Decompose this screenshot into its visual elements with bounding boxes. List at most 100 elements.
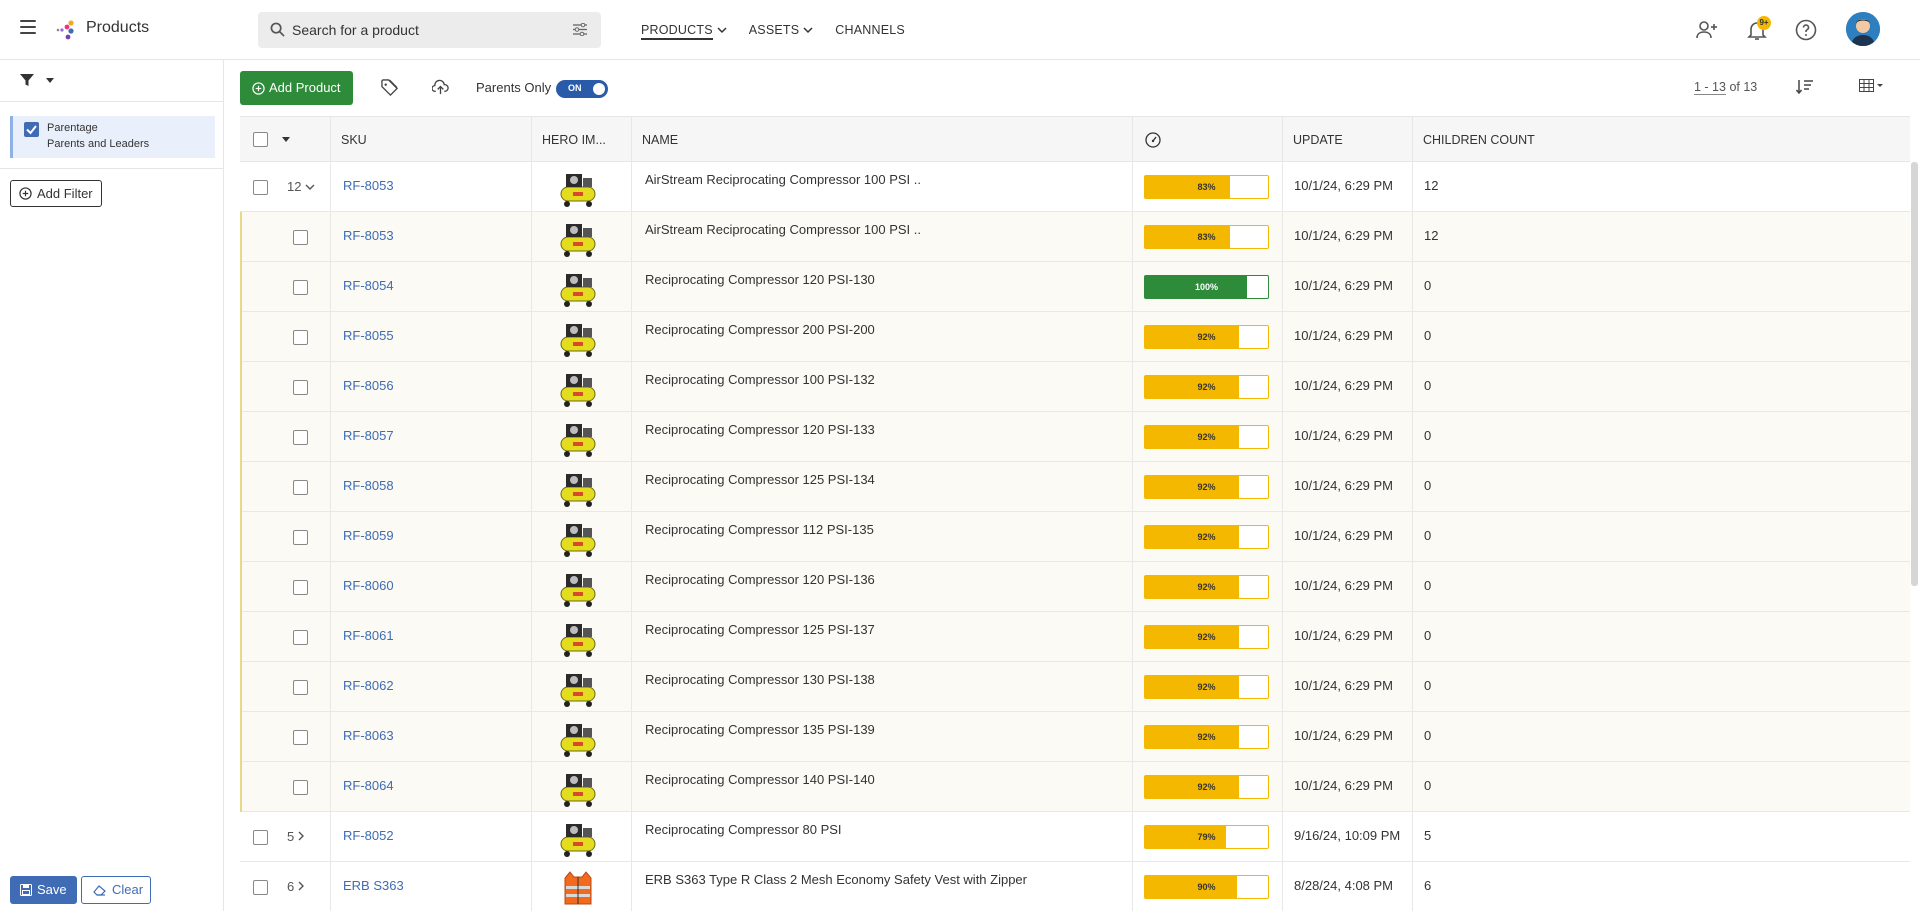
row-checkbox[interactable] bbox=[293, 780, 308, 795]
child-table-row[interactable]: RF-8054 Reciprocating Compressor 120 PSI-… bbox=[240, 262, 1910, 312]
row-checkbox[interactable] bbox=[293, 330, 308, 345]
child-table-row[interactable]: RF-8055 Reciprocating Compressor 200 PSI-… bbox=[240, 312, 1910, 362]
sku-link[interactable]: RF-8053 bbox=[343, 178, 394, 193]
child-table-row[interactable]: RF-8063 Reciprocating Compressor 135 PSI-… bbox=[240, 712, 1910, 762]
sku-link[interactable]: RF-8058 bbox=[343, 478, 394, 493]
caret-down-icon[interactable] bbox=[46, 78, 54, 83]
grid-scrollbar[interactable] bbox=[1911, 162, 1918, 586]
clear-button[interactable]: Clear bbox=[81, 876, 151, 904]
compressor-image[interactable] bbox=[558, 768, 598, 808]
sku-link[interactable]: RF-8057 bbox=[343, 428, 394, 443]
table-row[interactable]: 5 RF-8052 Reciprocating Compressor 80 PSI… bbox=[240, 812, 1910, 862]
select-all-checkbox[interactable] bbox=[253, 132, 268, 147]
table-row[interactable]: 12 RF-8053 AirStream Reciprocating Compre… bbox=[240, 162, 1910, 212]
column-divider bbox=[631, 762, 632, 812]
child-table-row[interactable]: RF-8061 Reciprocating Compressor 125 PSI-… bbox=[240, 612, 1910, 662]
help-icon[interactable] bbox=[1794, 18, 1818, 42]
sku-link[interactable]: RF-8059 bbox=[343, 528, 394, 543]
save-button[interactable]: Save bbox=[10, 876, 77, 904]
compressor-image[interactable] bbox=[558, 718, 598, 758]
compressor-image[interactable] bbox=[558, 568, 598, 608]
column-divider bbox=[1282, 712, 1283, 762]
pager-range[interactable]: 1 - 13 bbox=[1694, 80, 1726, 95]
compressor-image[interactable] bbox=[558, 418, 598, 458]
child-table-row[interactable]: RF-8056 Reciprocating Compressor 100 PSI-… bbox=[240, 362, 1910, 412]
compressor-image[interactable] bbox=[558, 368, 598, 408]
add-user-icon[interactable] bbox=[1695, 18, 1719, 42]
header-children-count[interactable]: CHILDREN COUNT bbox=[1412, 117, 1910, 163]
expand-toggle[interactable]: 5 bbox=[287, 829, 305, 844]
sku-link[interactable]: ERB S363 bbox=[343, 878, 404, 893]
expand-toggle[interactable]: 6 bbox=[287, 879, 305, 894]
add-product-button[interactable]: Add Product bbox=[240, 71, 353, 105]
compressor-image[interactable] bbox=[558, 218, 598, 258]
filter-checkbox[interactable] bbox=[24, 122, 39, 137]
row-checkbox[interactable] bbox=[293, 630, 308, 645]
compressor-image[interactable] bbox=[558, 468, 598, 508]
row-checkbox[interactable] bbox=[293, 430, 308, 445]
header-hero-image[interactable]: HERO IM... bbox=[531, 117, 631, 163]
row-checkbox[interactable] bbox=[293, 480, 308, 495]
row-checkbox[interactable] bbox=[293, 380, 308, 395]
row-checkbox[interactable] bbox=[293, 230, 308, 245]
child-table-row[interactable]: RF-8053 AirStream Reciprocating Compresso… bbox=[240, 212, 1910, 262]
row-checkbox[interactable] bbox=[293, 580, 308, 595]
sku-link[interactable]: RF-8053 bbox=[343, 228, 394, 243]
tag-icon[interactable] bbox=[381, 79, 398, 96]
row-checkbox[interactable] bbox=[293, 280, 308, 295]
child-table-row[interactable]: RF-8057 Reciprocating Compressor 120 PSI-… bbox=[240, 412, 1910, 462]
sort-icon[interactable] bbox=[1796, 79, 1813, 94]
sku-link[interactable]: RF-8054 bbox=[343, 278, 394, 293]
row-checkbox[interactable] bbox=[253, 180, 268, 195]
notifications-button[interactable]: 9+ bbox=[1745, 16, 1771, 42]
header-name[interactable]: NAME bbox=[631, 117, 1132, 163]
nav-products[interactable]: PRODUCTS bbox=[641, 0, 727, 60]
row-checkbox[interactable] bbox=[293, 680, 308, 695]
row-checkbox[interactable] bbox=[293, 530, 308, 545]
expand-toggle[interactable]: 12 bbox=[287, 179, 315, 194]
compressor-image[interactable] bbox=[558, 668, 598, 708]
compressor-image[interactable] bbox=[558, 268, 598, 308]
header-update[interactable]: UPDATE bbox=[1282, 117, 1412, 163]
sku-link[interactable]: RF-8055 bbox=[343, 328, 394, 343]
header-sku[interactable]: SKU bbox=[330, 117, 531, 163]
sku-link[interactable]: RF-8056 bbox=[343, 378, 394, 393]
row-checkbox[interactable] bbox=[293, 730, 308, 745]
row-checkbox[interactable] bbox=[253, 830, 268, 845]
caret-down-icon[interactable] bbox=[282, 137, 290, 142]
column-divider bbox=[1132, 662, 1133, 712]
hamburger-menu-icon[interactable] bbox=[20, 20, 36, 34]
search-filter-icon[interactable] bbox=[573, 23, 587, 36]
safety-vest-image[interactable] bbox=[558, 868, 598, 908]
sku-link[interactable]: RF-8060 bbox=[343, 578, 394, 593]
row-checkbox[interactable] bbox=[253, 880, 268, 895]
nav-assets[interactable]: ASSETS bbox=[749, 0, 814, 60]
child-table-row[interactable]: RF-8059 Reciprocating Compressor 112 PSI-… bbox=[240, 512, 1910, 562]
compressor-image[interactable] bbox=[558, 318, 598, 358]
parents-only-toggle[interactable]: ON bbox=[556, 80, 608, 98]
child-table-row[interactable]: RF-8058 Reciprocating Compressor 125 PSI-… bbox=[240, 462, 1910, 512]
add-filter-button[interactable]: Add Filter bbox=[10, 180, 102, 207]
search-input[interactable] bbox=[292, 12, 552, 48]
child-table-row[interactable]: RF-8062 Reciprocating Compressor 130 PSI-… bbox=[240, 662, 1910, 712]
compressor-image[interactable] bbox=[558, 168, 598, 208]
compressor-image[interactable] bbox=[558, 618, 598, 658]
column-layout-button[interactable] bbox=[1859, 79, 1885, 96]
sku-link[interactable]: RF-8061 bbox=[343, 628, 394, 643]
nav-channels[interactable]: CHANNELS bbox=[835, 0, 905, 60]
child-table-row[interactable]: RF-8064 Reciprocating Compressor 140 PSI-… bbox=[240, 762, 1910, 812]
table-row[interactable]: 6 ERB S363 ERB S363 Type R Class 2 Mesh E… bbox=[240, 862, 1910, 911]
user-avatar[interactable] bbox=[1846, 12, 1880, 46]
cloud-upload-icon[interactable] bbox=[432, 79, 449, 96]
sku-link[interactable]: RF-8064 bbox=[343, 778, 394, 793]
filter-chip-parentage[interactable]: Parentage Parents and Leaders bbox=[10, 116, 215, 158]
search-box[interactable] bbox=[258, 12, 601, 48]
compressor-image[interactable] bbox=[558, 518, 598, 558]
sku-link[interactable]: RF-8063 bbox=[343, 728, 394, 743]
header-completeness[interactable] bbox=[1132, 117, 1282, 163]
compressor-image[interactable] bbox=[558, 818, 598, 858]
sku-link[interactable]: RF-8052 bbox=[343, 828, 394, 843]
child-table-row[interactable]: RF-8060 Reciprocating Compressor 120 PSI-… bbox=[240, 562, 1910, 612]
sku-link[interactable]: RF-8062 bbox=[343, 678, 394, 693]
funnel-icon[interactable] bbox=[20, 73, 34, 87]
